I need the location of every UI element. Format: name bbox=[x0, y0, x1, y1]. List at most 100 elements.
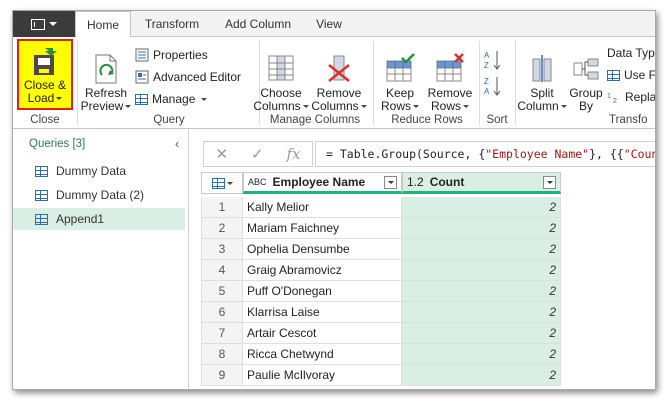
cell-count[interactable]: 2 bbox=[402, 323, 561, 344]
cell-count[interactable]: 2 bbox=[402, 344, 561, 365]
svg-text:A: A bbox=[484, 51, 490, 60]
collapse-chevron-icon[interactable]: ‹ bbox=[175, 136, 179, 151]
group-by-icon bbox=[573, 58, 599, 80]
table-icon bbox=[211, 177, 225, 189]
power-query-window: Home Transform Add Column View Close & L… bbox=[12, 10, 656, 390]
close-load-button[interactable]: Close & Load bbox=[17, 39, 73, 110]
sort-descending-icon: Z A bbox=[484, 77, 501, 96]
group-label-transform: Transfo bbox=[609, 114, 648, 126]
choose-columns-button[interactable]: Choose Columns bbox=[253, 39, 309, 113]
advanced-editor-label: Advanced Editor bbox=[153, 70, 242, 84]
table-row[interactable]: 8 Ricca Chetwynd 2 bbox=[201, 344, 561, 365]
filter-dropdown-button[interactable] bbox=[543, 176, 556, 189]
cell-count[interactable]: 2 bbox=[402, 239, 561, 260]
cell-count[interactable]: 2 bbox=[402, 365, 561, 386]
column-header-label: Employee Name bbox=[272, 175, 366, 189]
chevron-down-icon bbox=[413, 105, 419, 109]
query-item-dummy-data-2[interactable]: Dummy Data (2) bbox=[13, 184, 185, 206]
sort-descending-button[interactable]: Z A bbox=[483, 75, 503, 97]
chevron-down-icon bbox=[463, 105, 469, 109]
remove-rows-label-2: Rows bbox=[430, 99, 461, 113]
formula-text: = Table.Group(Source, { bbox=[326, 147, 486, 161]
advanced-editor-button[interactable]: Advanced Editor bbox=[135, 67, 241, 87]
refresh-preview-button[interactable]: Refresh Preview bbox=[79, 39, 133, 113]
table-icon bbox=[135, 93, 148, 105]
split-column-button[interactable]: Split Column bbox=[517, 39, 567, 113]
split-column-icon bbox=[532, 55, 552, 82]
group-label-close: Close bbox=[30, 114, 60, 126]
cell-employee-name[interactable]: Graig Abramovicz bbox=[243, 260, 402, 281]
query-item-append1[interactable]: Append1 bbox=[13, 208, 185, 230]
svg-text:Z: Z bbox=[484, 77, 489, 86]
table-menu-button[interactable] bbox=[201, 172, 243, 194]
cancel-icon[interactable]: ✕ bbox=[215, 145, 228, 163]
tab-view[interactable]: View bbox=[305, 11, 353, 37]
manage-button[interactable]: Manage bbox=[135, 89, 208, 109]
keep-rows-button[interactable]: Keep Rows bbox=[377, 39, 423, 113]
formula-string: "Count" bbox=[623, 147, 655, 161]
cell-count[interactable]: 2 bbox=[402, 302, 561, 323]
remove-columns-button[interactable]: Remove Columns bbox=[311, 39, 367, 113]
tab-transform[interactable]: Transform bbox=[133, 11, 211, 37]
chevron-down-icon bbox=[302, 105, 309, 109]
query-item-label: Dummy Data (2) bbox=[56, 188, 145, 202]
table-row[interactable]: 6 Klarrisa Laise 2 bbox=[201, 302, 561, 323]
choose-columns-label-2: Columns bbox=[253, 99, 301, 113]
cell-count[interactable]: 2 bbox=[402, 281, 561, 302]
refresh-label-2: Preview bbox=[80, 99, 124, 113]
cell-employee-name[interactable]: Ophelia Densumbe bbox=[243, 239, 402, 260]
fx-icon[interactable]: fx bbox=[287, 145, 301, 163]
table-row[interactable]: 5 Puff O'Donegan 2 bbox=[201, 281, 561, 302]
properties-button[interactable]: Properties bbox=[135, 45, 208, 65]
data-type-button[interactable]: Data Typ bbox=[607, 43, 655, 63]
cell-employee-name[interactable]: Klarrisa Laise bbox=[243, 302, 402, 323]
formula-bar-input[interactable]: = Table.Group(Source, {"Employee Name"},… bbox=[315, 141, 655, 167]
cell-employee-name[interactable]: Mariam Faichney bbox=[243, 218, 402, 239]
advanced-editor-icon bbox=[135, 70, 149, 84]
use-first-row-label: Use F bbox=[624, 68, 656, 82]
cell-employee-name[interactable]: Puff O'Donegan bbox=[243, 281, 402, 302]
use-first-row-button[interactable]: Use F bbox=[607, 65, 656, 85]
column-header-count[interactable]: 1.2 Count bbox=[402, 172, 561, 194]
tab-add-column[interactable]: Add Column bbox=[213, 11, 303, 37]
split-column-label-2: Column bbox=[517, 99, 559, 113]
sort-ascending-icon: A Z bbox=[484, 51, 501, 70]
text-type-icon[interactable]: ABC bbox=[248, 177, 267, 187]
cell-employee-name[interactable]: Kally Melior bbox=[243, 197, 402, 218]
cell-employee-name[interactable]: Paulie McIlvoray bbox=[243, 365, 402, 386]
table-row[interactable]: 3 Ophelia Densumbe 2 bbox=[201, 239, 561, 260]
data-type-label: Data Typ bbox=[607, 46, 655, 60]
sort-ascending-button[interactable]: A Z bbox=[483, 49, 503, 71]
filter-dropdown-button[interactable] bbox=[384, 176, 397, 189]
table-row[interactable]: 9 Paulie McIlvoray 2 bbox=[201, 365, 561, 386]
svg-text:A: A bbox=[484, 87, 490, 96]
row-number: 6 bbox=[201, 302, 243, 323]
keep-rows-icon bbox=[386, 53, 415, 82]
remove-rows-button[interactable]: Remove Rows bbox=[423, 39, 477, 113]
tab-home[interactable]: Home bbox=[75, 11, 131, 38]
query-item-label: Append1 bbox=[56, 212, 105, 226]
table-row[interactable]: 2 Mariam Faichney 2 bbox=[201, 218, 561, 239]
column-header-employee-name[interactable]: ABC Employee Name bbox=[243, 172, 402, 194]
cell-count[interactable]: 2 bbox=[402, 260, 561, 281]
file-menu-button[interactable] bbox=[13, 11, 75, 37]
table-icon bbox=[35, 189, 48, 201]
chevron-down-icon bbox=[201, 97, 208, 101]
table-row[interactable]: 1 Kally Melior 2 bbox=[201, 197, 561, 218]
cell-employee-name[interactable]: Artair Cescot bbox=[243, 323, 402, 344]
close-load-icon bbox=[34, 48, 57, 75]
check-icon[interactable]: ✓ bbox=[251, 145, 264, 163]
chevron-down-icon bbox=[360, 105, 367, 109]
group-by-button[interactable]: Group By bbox=[567, 39, 605, 113]
chevron-down-icon bbox=[560, 105, 567, 109]
number-type-icon[interactable]: 1.2 bbox=[407, 175, 424, 189]
replace-values-label: Repla bbox=[625, 90, 656, 104]
table-row[interactable]: 7 Artair Cescot 2 bbox=[201, 323, 561, 344]
cell-employee-name[interactable]: Ricca Chetwynd bbox=[243, 344, 402, 365]
cell-count[interactable]: 2 bbox=[402, 218, 561, 239]
table-row[interactable]: 4 Graig Abramovicz 2 bbox=[201, 260, 561, 281]
query-item-dummy-data[interactable]: Dummy Data bbox=[13, 160, 185, 182]
cell-count[interactable]: 2 bbox=[402, 197, 561, 218]
replace-values-button[interactable]: 12 Repla bbox=[607, 87, 656, 107]
remove-columns-icon bbox=[328, 55, 350, 82]
